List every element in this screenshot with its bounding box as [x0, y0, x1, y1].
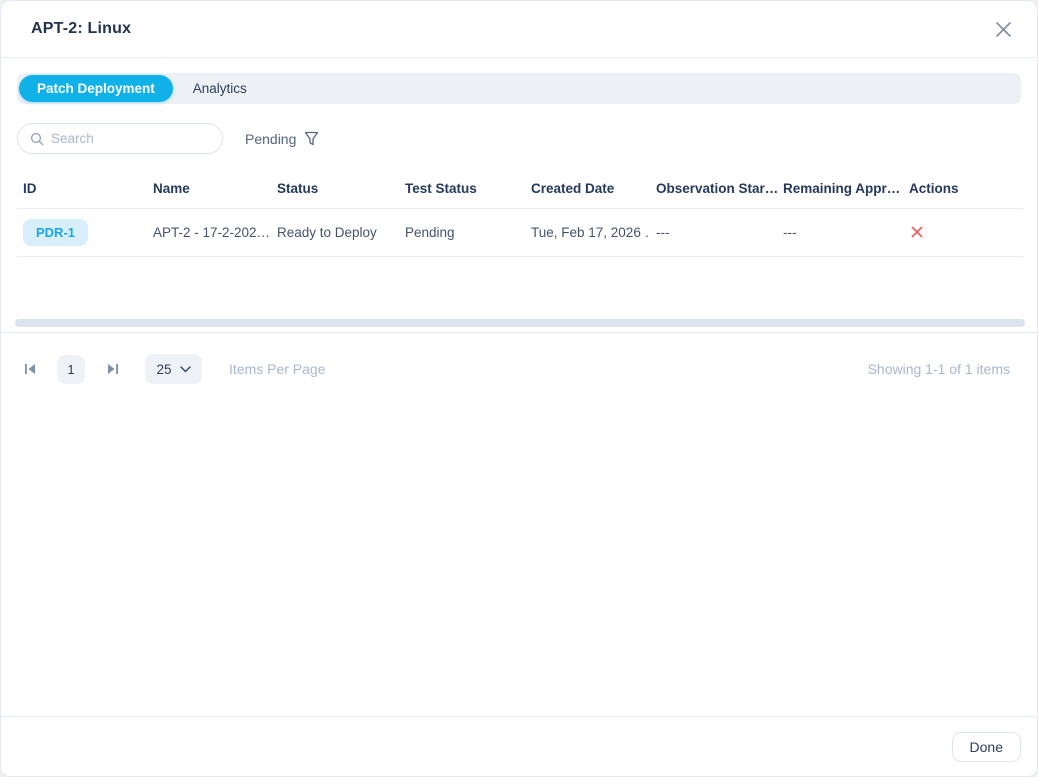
showing-items-text: Showing 1-1 of 1 items: [868, 361, 1010, 377]
pagination-bar: 1 25 Items Per Page Showing 1-1 of 1 ite…: [17, 349, 1021, 389]
cell-actions: [903, 209, 1023, 257]
page-number-button[interactable]: 1: [57, 355, 85, 384]
column-header-created-date: Created Date: [525, 173, 650, 209]
delete-x-icon[interactable]: [909, 224, 925, 240]
filter-group[interactable]: Pending: [245, 131, 319, 147]
cell-test-status: Pending: [399, 209, 525, 257]
patch-deployment-table: ID Name Status Test Status Created Date …: [17, 173, 1023, 257]
tab-analytics[interactable]: Analytics: [175, 75, 265, 102]
tab-bar: Patch Deployment Analytics: [17, 73, 1021, 104]
search-input[interactable]: [51, 131, 210, 146]
cell-observation-start: ---: [650, 209, 777, 257]
tab-patch-deployment[interactable]: Patch Deployment: [19, 75, 173, 102]
toolbar: Pending: [17, 123, 1021, 154]
modal-footer: Done: [1, 716, 1037, 776]
column-header-name: Name: [147, 173, 271, 209]
first-page-button[interactable]: [17, 356, 43, 382]
modal-header: APT-2: Linux: [1, 1, 1037, 58]
last-page-button[interactable]: [99, 356, 125, 382]
id-badge[interactable]: PDR-1: [23, 219, 88, 246]
column-header-id: ID: [17, 173, 147, 209]
column-header-test-status: Test Status: [399, 173, 525, 209]
column-header-actions: Actions: [903, 173, 1023, 209]
modal-body: Patch Deployment Analytics Pending: [1, 58, 1037, 716]
horizontal-scrollbar[interactable]: [15, 319, 1025, 327]
cell-name: APT-2 - 17-2-202…: [147, 209, 271, 257]
cell-id: PDR-1: [17, 209, 147, 257]
table-row: PDR-1 APT-2 - 17-2-202… Ready to Deploy …: [17, 209, 1023, 257]
items-per-page-label: Items Per Page: [229, 361, 326, 377]
column-header-remaining-approvals: Remaining Appr…: [777, 173, 903, 209]
cell-created-date: Tue, Feb 17, 2026 …: [525, 209, 650, 257]
chevron-down-icon: [180, 366, 191, 373]
page-title: APT-2: Linux: [31, 20, 131, 38]
table-header-row: ID Name Status Test Status Created Date …: [17, 173, 1023, 209]
items-per-page-select[interactable]: 25: [145, 354, 202, 384]
funnel-icon[interactable]: [304, 131, 319, 147]
search-icon: [30, 132, 44, 146]
column-header-observation-start: Observation Star…: [650, 173, 777, 209]
table-empty-space: [17, 257, 1021, 319]
items-per-page-value: 25: [156, 362, 171, 377]
column-header-status: Status: [271, 173, 399, 209]
filter-value-label: Pending: [245, 131, 296, 147]
search-box[interactable]: [17, 123, 223, 154]
close-icon[interactable]: [991, 17, 1015, 41]
patch-deployment-modal: APT-2: Linux Patch Deployment Analytics: [0, 0, 1038, 777]
pagination-divider: [1, 332, 1037, 333]
cell-remaining-approvals: ---: [777, 209, 903, 257]
cell-status: Ready to Deploy: [271, 209, 399, 257]
done-button[interactable]: Done: [952, 732, 1021, 762]
